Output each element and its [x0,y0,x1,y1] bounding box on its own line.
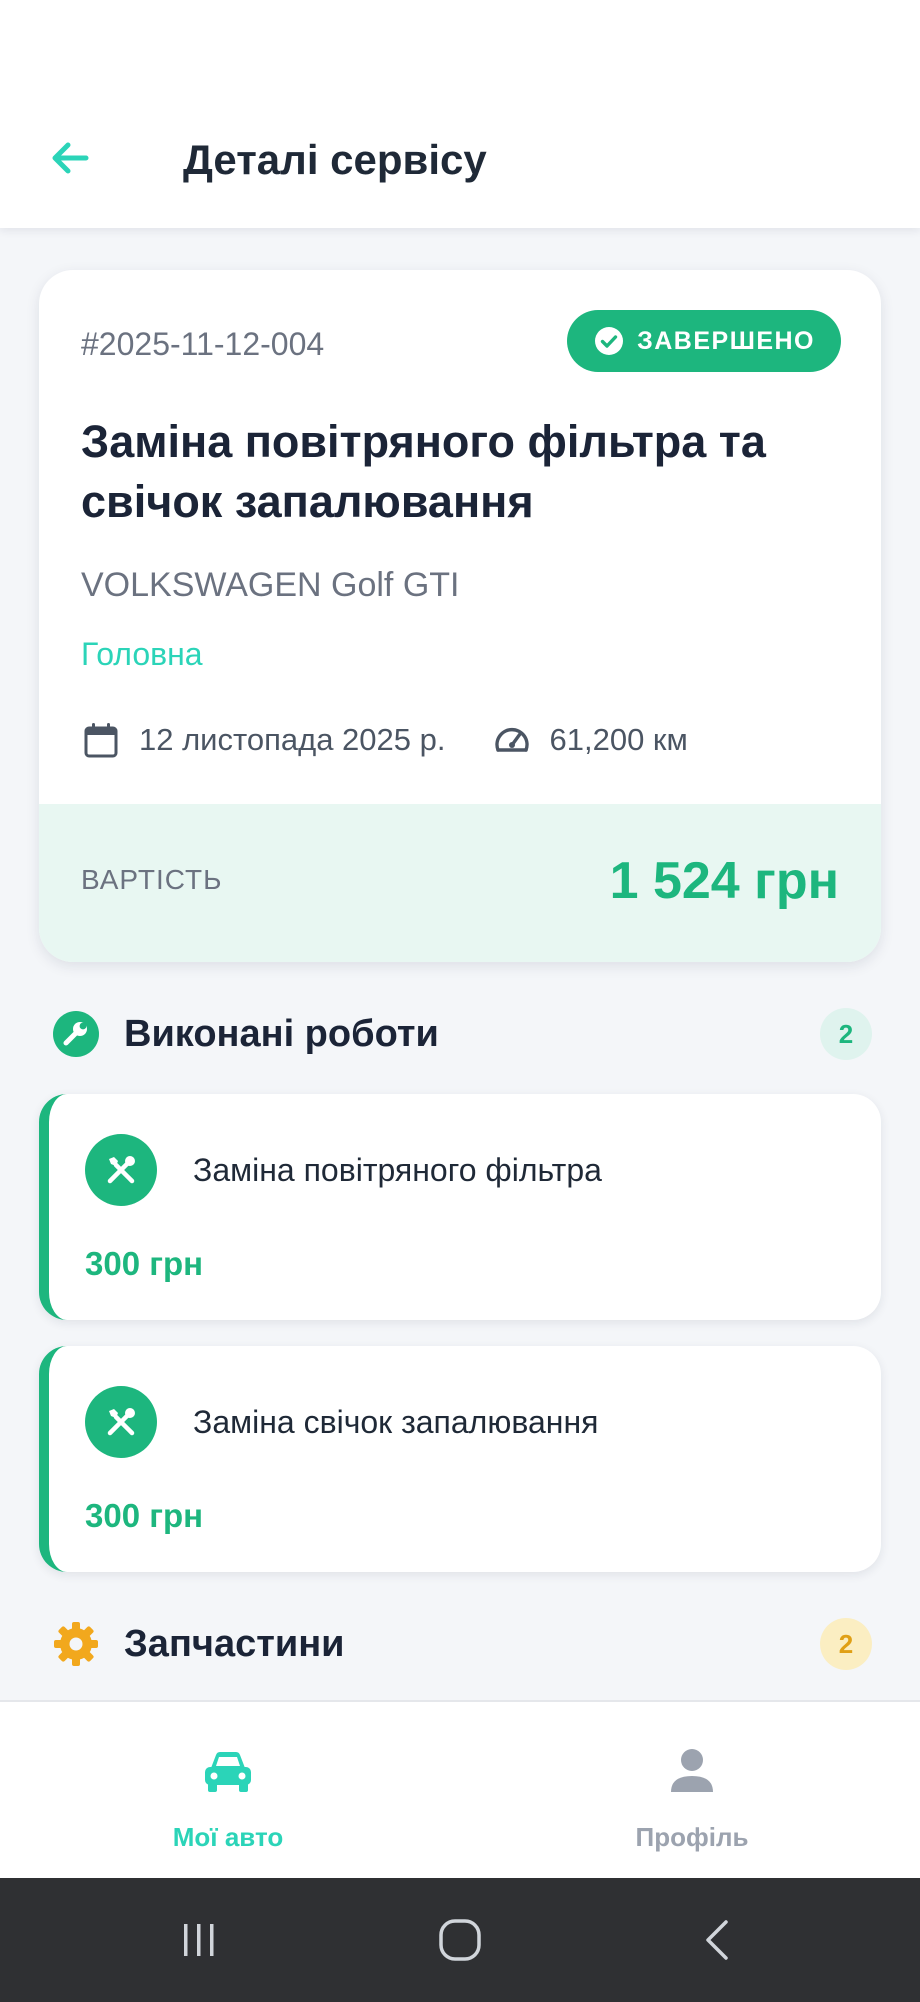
category-link[interactable]: Головна [81,634,203,674]
system-navigation-bar [0,1878,920,2002]
work-item-name: Заміна повітряного фільтра [193,1152,602,1188]
works-section-title: Виконані роботи [124,1012,439,1055]
service-meta-row: 12 листопада 2025 р. 61,200 км [81,716,688,764]
gear-icon [52,1620,100,1668]
wrench-icon [52,1010,100,1058]
work-item[interactable]: Заміна повітряного фільтра 300 грн [39,1094,881,1320]
nav-label: Профіль [635,1822,749,1852]
back-button[interactable] [40,128,100,188]
works-section-header: Виконані роботи 2 [52,1004,872,1064]
system-back-button[interactable] [684,1910,754,1970]
phone-screen: Деталі сервісу #2025-11-12-004 ЗАВЕРШЕНО… [0,0,920,2002]
recent-apps-icon [184,1924,214,1956]
service-date: 12 листопада 2025 р. [139,722,446,757]
status-badge: ЗАВЕРШЕНО [567,310,841,372]
tools-icon [85,1386,157,1458]
car-icon [199,1742,257,1800]
order-id: #2025-11-12-004 [81,326,325,362]
service-title: Заміна повітряного фільтра та свічок зап… [81,416,766,527]
status-label: ЗАВЕРШЕНО [637,326,815,355]
nav-label: Мої авто [172,1822,284,1852]
nav-profile[interactable]: Профіль [592,1742,792,1862]
app-header: Деталі сервісу [0,0,920,228]
tools-icon [85,1134,157,1206]
car-model: VOLKSWAGEN Golf GTI [81,566,460,604]
calendar-icon [81,720,121,760]
work-item-price: 300 грн [85,1245,204,1282]
work-item-price: 300 грн [85,1497,204,1534]
recent-apps-button[interactable] [164,1910,234,1970]
service-mileage: 61,200 км [549,722,688,757]
arrow-left-icon [52,142,89,174]
works-count-badge: 2 [820,1008,872,1060]
cost-panel: ВАРТІСТЬ 1 524 грн [39,804,881,962]
person-icon [663,1742,721,1800]
work-item-name: Заміна свічок запалювання [193,1404,599,1440]
parts-section-header: Запчастини 2 [52,1614,872,1674]
work-item[interactable]: Заміна свічок запалювання 300 грн [39,1346,881,1572]
nav-my-cars[interactable]: Мої авто [128,1742,328,1862]
bottom-navigation: Мої авто Профіль [0,1700,920,1878]
speedometer-icon [492,720,532,760]
chevron-left-icon [706,1920,728,1960]
cost-label: ВАРТІСТЬ [81,864,223,895]
service-summary-card: #2025-11-12-004 ЗАВЕРШЕНО Заміна повітря… [39,270,881,962]
parts-section-title: Запчастини [124,1622,345,1665]
page-title: Деталі сервісу [183,136,487,183]
cost-value: 1 524 грн [609,852,839,910]
home-button[interactable] [425,1910,495,1970]
home-icon [439,1919,481,1961]
parts-count-badge: 2 [820,1618,872,1670]
check-circle-icon [593,325,625,357]
